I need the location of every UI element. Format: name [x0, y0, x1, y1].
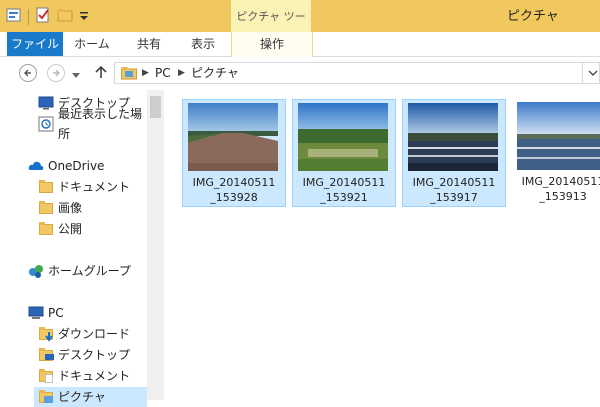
- arrow-up-icon: [95, 65, 107, 78]
- image-thumbnail: [188, 103, 278, 171]
- chevron-down-icon: [588, 70, 598, 76]
- nav-item-label: 最近表示した場所: [58, 107, 143, 141]
- image-thumbnail: [517, 102, 600, 170]
- pictures-folder-icon: [121, 66, 137, 83]
- breadcrumb-separator[interactable]: ▶: [142, 63, 149, 83]
- file-tile[interactable]: IMG_20140511 _153917: [402, 99, 506, 207]
- nav-item-label: PC: [48, 306, 64, 320]
- nav-item-homegroup[interactable]: ホームグループ: [28, 261, 131, 281]
- breadcrumb-separator[interactable]: ▶: [178, 63, 185, 83]
- image-thumbnail: [298, 103, 388, 171]
- quick-access-toolbar: [6, 7, 89, 26]
- nav-pane-scrollbar[interactable]: [147, 90, 164, 400]
- documents-folder-icon: [38, 179, 54, 195]
- nav-item-label: OneDrive: [48, 159, 105, 173]
- nav-item-downloads[interactable]: ダウンロード: [38, 324, 130, 344]
- recent-places-icon: [38, 116, 54, 132]
- breadcrumb-pc[interactable]: PC: [155, 63, 171, 83]
- nav-item-onedrive-images[interactable]: 画像: [38, 198, 82, 218]
- properties-icon[interactable]: [6, 7, 22, 26]
- navigation-pane: デスクトップ 最近表示した場所 OneDrive ドキュメント 画像 公開 ホー…: [0, 90, 147, 407]
- back-button[interactable]: [19, 64, 37, 82]
- cloud-icon: [28, 158, 44, 174]
- context-tab-title: ピクチャ ツール: [231, 0, 311, 57]
- breadcrumb-pictures[interactable]: ピクチャ: [191, 63, 239, 83]
- address-history-button[interactable]: [582, 63, 600, 83]
- nav-item-pc[interactable]: PC: [28, 303, 64, 323]
- homegroup-icon: [28, 263, 44, 279]
- nav-item-onedrive[interactable]: OneDrive: [28, 156, 104, 176]
- toolbar-divider: [28, 8, 29, 25]
- forward-button[interactable]: [47, 64, 65, 82]
- folder-icon: [38, 221, 54, 237]
- tab-manage[interactable]: 操作: [231, 32, 313, 57]
- nav-item-label: ダウンロード: [58, 327, 131, 341]
- image-thumbnail: [408, 103, 498, 171]
- pictures-folder-icon: [38, 389, 54, 405]
- tab-home[interactable]: ホーム: [66, 32, 118, 56]
- nav-item-label: ドキュメント: [58, 180, 131, 194]
- arrow-left-icon: [24, 69, 31, 77]
- nav-item-pc-documents[interactable]: ドキュメント: [38, 366, 130, 386]
- window-title: ピクチャ: [507, 9, 559, 24]
- navigation-bar: ▶ PC ▶ ピクチャ: [0, 57, 600, 90]
- tab-file[interactable]: ファイル: [7, 32, 63, 56]
- nav-item-onedrive-public[interactable]: 公開: [38, 219, 82, 239]
- customize-toolbar-icon[interactable]: [79, 7, 89, 26]
- nav-item-recent-places[interactable]: 最近表示した場所: [38, 107, 147, 141]
- desktop-folder-icon: [38, 347, 54, 363]
- nav-item-pc-desktop[interactable]: デスクトップ: [38, 345, 130, 365]
- new-folder-icon[interactable]: [57, 7, 73, 26]
- file-name: IMG_20140511 _153913: [521, 175, 600, 203]
- arrow-right-icon: [53, 69, 60, 77]
- file-list: IMG_20140511 _153928 IMG_20140511 _153921 …: [164, 90, 600, 400]
- file-tile[interactable]: IMG_20140511 _153913: [512, 99, 600, 207]
- file-tile[interactable]: IMG_20140511 _153928: [182, 99, 286, 207]
- nav-item-label: デスクトップ: [58, 348, 131, 362]
- computer-icon: [28, 305, 44, 321]
- title-bar: ピクチャ ツール ピクチャ: [0, 0, 600, 57]
- recent-locations-button[interactable]: [72, 68, 80, 82]
- properties-checklist-icon[interactable]: [35, 7, 51, 26]
- nav-item-label: 画像: [58, 201, 83, 215]
- nav-item-label: ホームグループ: [48, 264, 131, 278]
- tab-view[interactable]: 表示: [178, 32, 228, 56]
- nav-item-pictures[interactable]: ピクチャ: [34, 387, 147, 407]
- nav-item-onedrive-documents[interactable]: ドキュメント: [38, 177, 130, 197]
- file-name: IMG_20140511 _153917: [412, 176, 496, 204]
- file-tile[interactable]: IMG_20140511 _153921: [292, 99, 396, 207]
- nav-item-label: ピクチャ: [58, 390, 106, 404]
- tab-share[interactable]: 共有: [123, 32, 175, 56]
- up-button[interactable]: [95, 65, 107, 82]
- documents-folder-icon: [38, 368, 54, 384]
- folder-icon: [38, 200, 54, 216]
- downloads-folder-icon: [38, 326, 54, 342]
- chevron-down-icon: [72, 73, 80, 78]
- file-name: IMG_20140511 _153928: [192, 176, 276, 204]
- nav-pane-scrollbar-thumb[interactable]: [150, 96, 161, 118]
- desktop-icon: [38, 95, 54, 111]
- ribbon-tabs: ファイル ホーム 共有 表示 操作: [0, 32, 600, 57]
- file-name: IMG_20140511 _153921: [302, 176, 386, 204]
- nav-item-label: ドキュメント: [58, 369, 131, 383]
- nav-item-label: 公開: [58, 222, 83, 236]
- address-bar[interactable]: ▶ PC ▶ ピクチャ: [114, 62, 600, 84]
